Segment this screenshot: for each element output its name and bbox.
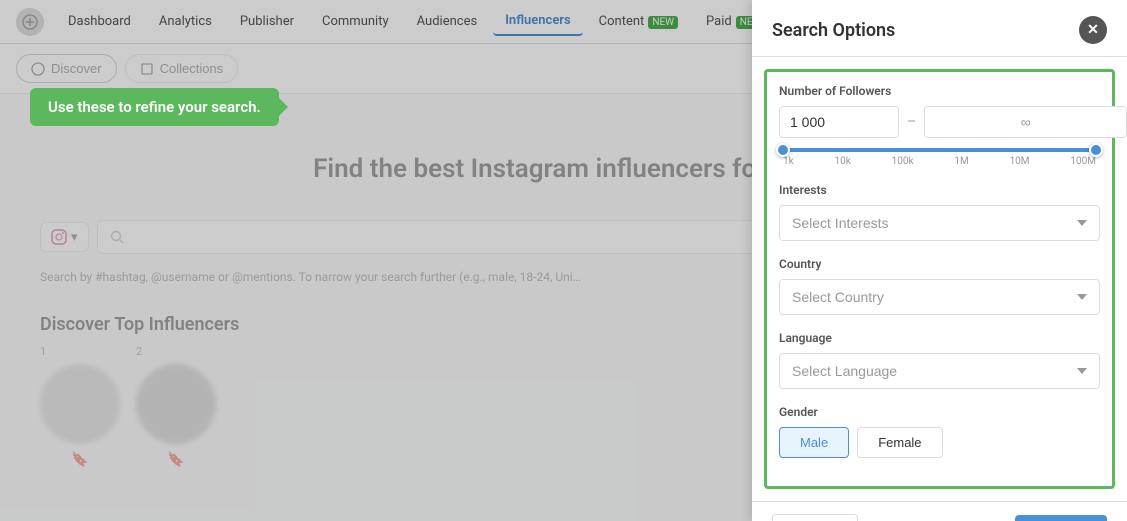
country-label: Country: [779, 257, 1100, 271]
gender-male-button[interactable]: Male: [779, 427, 849, 458]
slider-thumb-left[interactable]: [776, 143, 790, 157]
panel-options-content: Number of Followers – 1k: [764, 69, 1115, 489]
followers-label: Number of Followers: [779, 84, 1100, 98]
slider-thumb-right[interactable]: [1089, 143, 1103, 157]
gender-options: Male Female: [779, 427, 1100, 458]
language-label: Language: [779, 331, 1100, 345]
language-select[interactable]: Select Language: [779, 353, 1100, 389]
main-area: Discover Collections Use these to refine…: [0, 44, 1127, 521]
interests-field-group: Interests Select Interests: [779, 183, 1100, 241]
language-field-group: Language Select Language: [779, 331, 1100, 389]
interests-label: Interests: [779, 183, 1100, 197]
followers-slider[interactable]: 1k 10k 100k 1M 10M 100M: [779, 148, 1100, 167]
panel-header: Search Options ✕: [752, 0, 1127, 57]
search-options-panel: Search Options ✕ Number of Followers –: [752, 0, 1127, 521]
followers-field-group: Number of Followers – 1k: [779, 84, 1100, 167]
followers-range-row: –: [779, 106, 1100, 138]
cancel-button[interactable]: Cancel: [772, 514, 858, 521]
search-refinement-tooltip: Use these to refine your search.: [30, 88, 279, 126]
followers-separator: –: [907, 114, 916, 130]
gender-label: Gender: [779, 405, 1100, 419]
followers-max-input[interactable]: [924, 106, 1127, 138]
country-select[interactable]: Select Country: [779, 279, 1100, 315]
panel-footer: Cancel Search: [752, 501, 1127, 521]
interests-select[interactable]: Select Interests: [779, 205, 1100, 241]
gender-field-group: Gender Male Female: [779, 405, 1100, 458]
panel-title: Search Options: [772, 20, 895, 41]
country-field-group: Country Select Country: [779, 257, 1100, 315]
gender-female-button[interactable]: Female: [857, 427, 942, 458]
search-button[interactable]: Search: [1015, 515, 1107, 521]
followers-min-input[interactable]: [779, 106, 899, 138]
modal-overlay: Search Options ✕ Number of Followers –: [0, 0, 1127, 521]
close-button[interactable]: ✕: [1079, 16, 1107, 44]
